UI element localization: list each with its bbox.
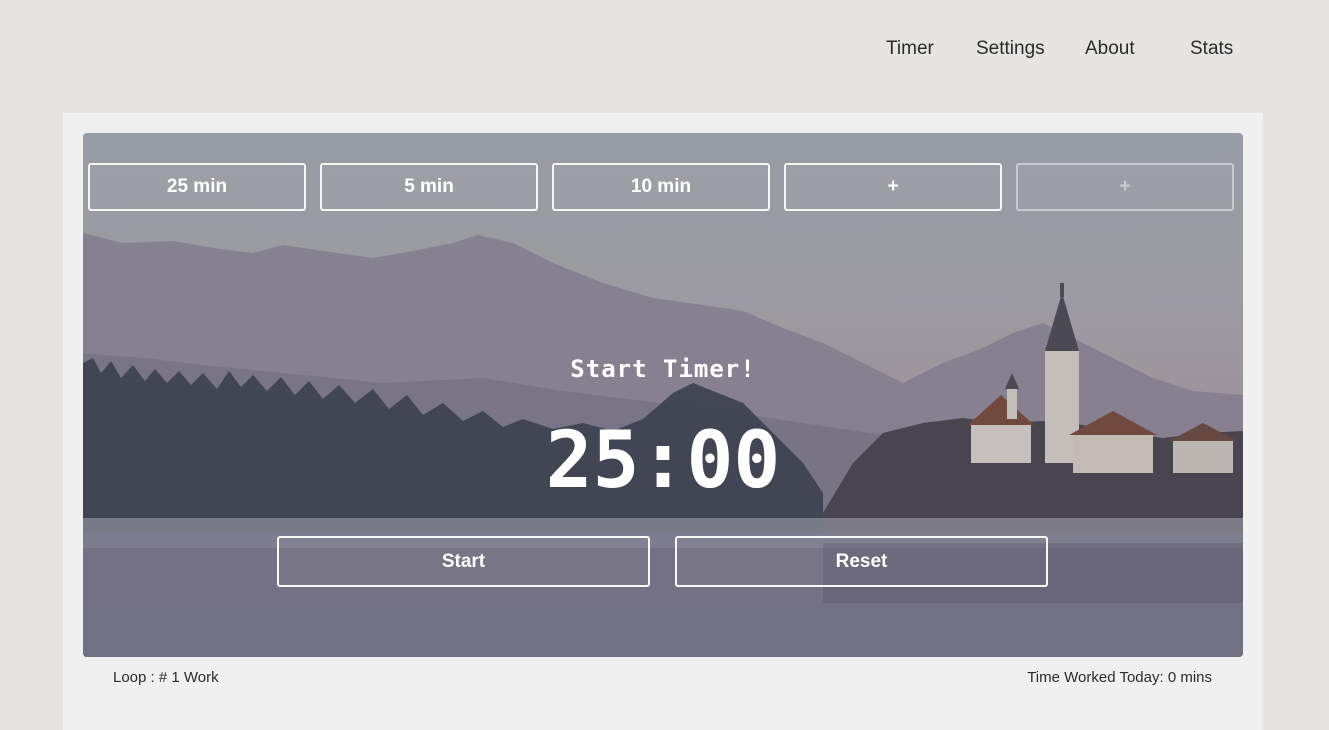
timer-hero: 25 min 5 min 10 min + + Start Timer! 25:…: [83, 133, 1243, 657]
timer-display: 25:00: [545, 416, 781, 506]
nav-settings-link[interactable]: Settings: [976, 38, 1045, 60]
loop-indicator: Loop : # 1 Work: [113, 669, 219, 686]
add-preset-button-disabled[interactable]: +: [1016, 163, 1234, 211]
preset-10-min-button[interactable]: 10 min: [552, 163, 770, 211]
lake-castle-landscape-image: [83, 133, 1243, 657]
add-preset-button[interactable]: +: [784, 163, 1002, 211]
time-worked-today: Time Worked Today: 0 mins: [1027, 669, 1212, 686]
timer-panel: 25 min 5 min 10 min + + Start Timer! 25:…: [63, 113, 1263, 730]
preset-5-min-button[interactable]: 5 min: [320, 163, 538, 211]
timer-status-label: Start Timer!: [570, 355, 756, 383]
top-navigation: Timer Settings About Stats: [0, 0, 1329, 100]
nav-about-link[interactable]: About: [1085, 38, 1135, 60]
nav-stats-link[interactable]: Stats: [1190, 38, 1233, 60]
reset-button[interactable]: Reset: [675, 536, 1048, 587]
preset-25-min-button[interactable]: 25 min: [88, 163, 306, 211]
nav-timer-link[interactable]: Timer: [886, 38, 934, 60]
start-button[interactable]: Start: [277, 536, 650, 587]
